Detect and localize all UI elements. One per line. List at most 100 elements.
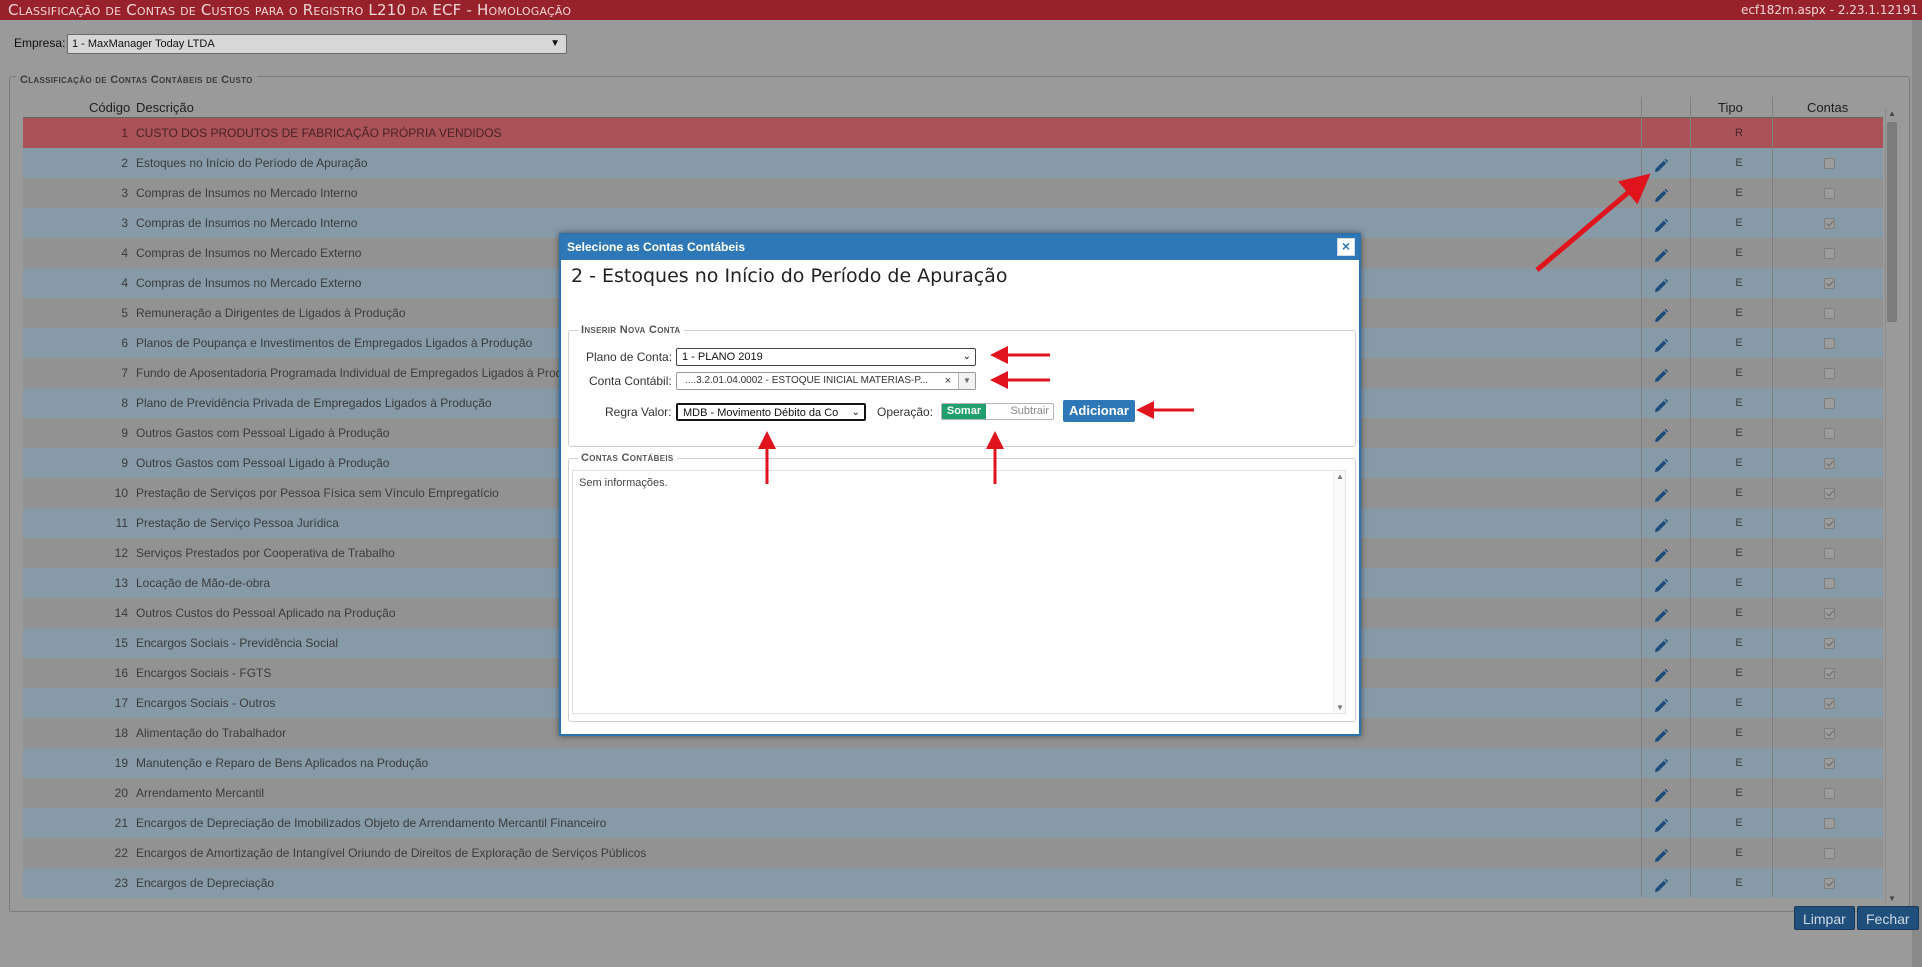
checkbox-icon[interactable]: [1824, 218, 1835, 229]
adicionar-button[interactable]: Adicionar: [1063, 400, 1135, 422]
pencil-icon[interactable]: [1653, 755, 1669, 772]
pencil-icon[interactable]: [1653, 185, 1669, 202]
checkbox-icon[interactable]: [1824, 188, 1835, 199]
pencil-icon[interactable]: [1653, 575, 1669, 592]
empresa-select[interactable]: 1 - MaxManager Today LTDA ▼: [67, 34, 567, 54]
pencil-icon[interactable]: [1653, 665, 1669, 682]
clear-icon[interactable]: ×: [945, 373, 951, 389]
grid-header: Código Descrição Tipo Contas: [23, 97, 1883, 118]
pencil-icon[interactable]: [1653, 155, 1669, 172]
pencil-icon[interactable]: [1653, 845, 1669, 862]
plano-select[interactable]: 1 - PLANO 2019 ⌄: [676, 348, 976, 366]
cell-codigo: 9: [121, 426, 128, 440]
checkbox-icon[interactable]: [1824, 548, 1835, 559]
plano-label: Plano de Conta:: [586, 350, 673, 364]
pencil-icon[interactable]: [1653, 635, 1669, 652]
scroll-down-icon[interactable]: ▼: [1888, 894, 1896, 903]
regra-select[interactable]: MDB - Movimento Débito da Co ⌄: [676, 403, 866, 421]
pencil-icon[interactable]: [1653, 785, 1669, 802]
checkbox-icon[interactable]: [1824, 758, 1835, 769]
cell-tipo: E: [1735, 427, 1743, 439]
cell-codigo: 4: [121, 276, 128, 290]
empty-message: Sem informações.: [579, 477, 668, 489]
cell-codigo: 7: [121, 366, 128, 380]
pencil-icon[interactable]: [1653, 305, 1669, 322]
pencil-icon[interactable]: [1653, 485, 1669, 502]
checkbox-icon[interactable]: [1824, 578, 1835, 589]
pencil-icon[interactable]: [1653, 515, 1669, 532]
conta-combobox[interactable]: ....3.2.01.04.0002 - ESTOQUE INICIAL MAT…: [676, 372, 976, 390]
pencil-icon[interactable]: [1653, 275, 1669, 292]
cell-tipo: E: [1735, 847, 1743, 859]
checkbox-icon[interactable]: [1824, 608, 1835, 619]
cell-codigo: 21: [114, 816, 128, 830]
cell-tipo: E: [1735, 247, 1743, 259]
cell-descricao: Serviços Prestados por Cooperativa de Tr…: [136, 546, 395, 560]
scroll-up-icon[interactable]: ▲: [1336, 472, 1344, 481]
checkbox-icon[interactable]: [1824, 668, 1835, 679]
window-scrollbar[interactable]: [1912, 20, 1922, 967]
table-row[interactable]: 23 Encargos de Depreciação E: [23, 868, 1883, 898]
pencil-icon[interactable]: [1653, 605, 1669, 622]
checkbox-icon[interactable]: [1824, 848, 1835, 859]
header-descricao[interactable]: Descrição: [136, 100, 194, 115]
table-row[interactable]: 20 Arrendamento Mercantil E: [23, 778, 1883, 808]
cell-codigo: 4: [121, 246, 128, 260]
checkbox-icon[interactable]: [1824, 368, 1835, 379]
table-row[interactable]: 1 CUSTO DOS PRODUTOS DE FABRICAÇÃO PRÓPRI…: [23, 118, 1883, 148]
header-contas[interactable]: Contas: [1807, 100, 1848, 115]
table-row[interactable]: 19 Manutenção e Reparo de Bens Aplicados …: [23, 748, 1883, 778]
fechar-button[interactable]: Fechar: [1857, 906, 1919, 930]
chevron-down-icon[interactable]: ▼: [958, 373, 975, 389]
checkbox-icon[interactable]: [1824, 308, 1835, 319]
table-row[interactable]: 21 Encargos de Depreciação de Imobilizado…: [23, 808, 1883, 838]
pencil-icon[interactable]: [1653, 455, 1669, 472]
checkbox-icon[interactable]: [1824, 428, 1835, 439]
checkbox-icon[interactable]: [1824, 338, 1835, 349]
header-codigo[interactable]: Código: [89, 100, 130, 115]
operacao-toggle[interactable]: Somar Subtrair: [941, 403, 1054, 420]
pencil-icon[interactable]: [1653, 695, 1669, 712]
toggle-subtrair[interactable]: Subtrair: [1010, 404, 1049, 419]
close-icon[interactable]: ×: [1337, 238, 1355, 256]
plano-value: 1 - PLANO 2019: [682, 351, 763, 363]
pencil-icon[interactable]: [1653, 815, 1669, 832]
pencil-icon[interactable]: [1653, 545, 1669, 562]
cell-codigo: 20: [114, 786, 128, 800]
checkbox-icon[interactable]: [1824, 278, 1835, 289]
table-row[interactable]: 2 Estoques no Início do Período de Apuraç…: [23, 148, 1883, 178]
scroll-up-icon[interactable]: ▲: [1888, 109, 1896, 118]
checkbox-icon[interactable]: [1824, 728, 1835, 739]
cell-tipo: E: [1735, 397, 1743, 409]
checkbox-icon[interactable]: [1824, 488, 1835, 499]
grid-scrollbar[interactable]: ▲ ▼: [1885, 108, 1897, 904]
checkbox-icon[interactable]: [1824, 458, 1835, 469]
scroll-thumb[interactable]: [1887, 122, 1897, 322]
pencil-icon[interactable]: [1653, 245, 1669, 262]
pencil-icon[interactable]: [1653, 215, 1669, 232]
pencil-icon[interactable]: [1653, 425, 1669, 442]
pencil-icon[interactable]: [1653, 335, 1669, 352]
pencil-icon[interactable]: [1653, 725, 1669, 742]
header-tipo[interactable]: Tipo: [1718, 100, 1743, 115]
table-row[interactable]: 3 Compras de Insumos no Mercado Interno E: [23, 178, 1883, 208]
chevron-down-icon: ▼: [550, 38, 560, 49]
toggle-somar[interactable]: Somar: [942, 404, 986, 419]
checkbox-icon[interactable]: [1824, 788, 1835, 799]
checkbox-icon[interactable]: [1824, 248, 1835, 259]
checkbox-icon[interactable]: [1824, 698, 1835, 709]
pencil-icon[interactable]: [1653, 875, 1669, 892]
checkbox-icon[interactable]: [1824, 638, 1835, 649]
checkbox-icon[interactable]: [1824, 518, 1835, 529]
checkbox-icon[interactable]: [1824, 158, 1835, 169]
scroll-down-icon[interactable]: ▼: [1336, 703, 1344, 712]
limpar-button[interactable]: Limpar: [1794, 906, 1855, 930]
table-row[interactable]: 22 Encargos de Amortização de Intangível …: [23, 838, 1883, 868]
list-scrollbar[interactable]: ▲ ▼: [1333, 471, 1345, 713]
pencil-icon[interactable]: [1653, 395, 1669, 412]
pencil-icon[interactable]: [1653, 365, 1669, 382]
checkbox-icon[interactable]: [1824, 878, 1835, 889]
cell-descricao: Locação de Mão-de-obra: [136, 576, 271, 590]
checkbox-icon[interactable]: [1824, 398, 1835, 409]
checkbox-icon[interactable]: [1824, 818, 1835, 829]
